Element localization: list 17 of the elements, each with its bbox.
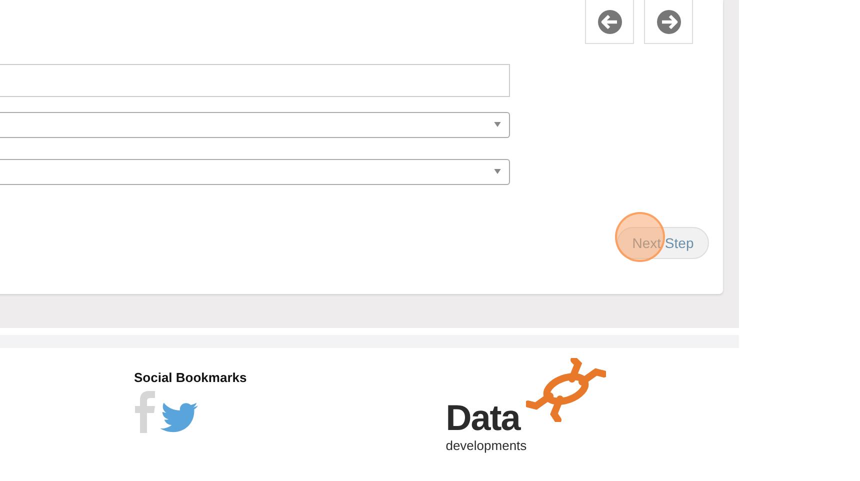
bird-icon[interactable]	[160, 401, 198, 433]
back-button[interactable]	[585, 0, 634, 44]
click-highlight	[615, 212, 665, 262]
logo-word: Data	[446, 400, 520, 436]
facebook-icon[interactable]	[134, 391, 156, 433]
ring-icon	[526, 358, 606, 422]
input-field[interactable]	[0, 64, 510, 97]
arrow-right-icon	[656, 10, 680, 34]
caret-icon	[494, 122, 501, 127]
caret-icon	[494, 169, 501, 174]
arrow-left-icon	[598, 10, 622, 34]
social-title: Social Bookmarks	[134, 370, 247, 385]
forward-button[interactable]	[644, 0, 693, 44]
logo-tagline: developments	[446, 438, 527, 453]
dropdown-field[interactable]	[0, 112, 510, 138]
next-step-button[interactable]: Next Step	[617, 227, 709, 259]
dropdown-field[interactable]	[0, 159, 510, 185]
